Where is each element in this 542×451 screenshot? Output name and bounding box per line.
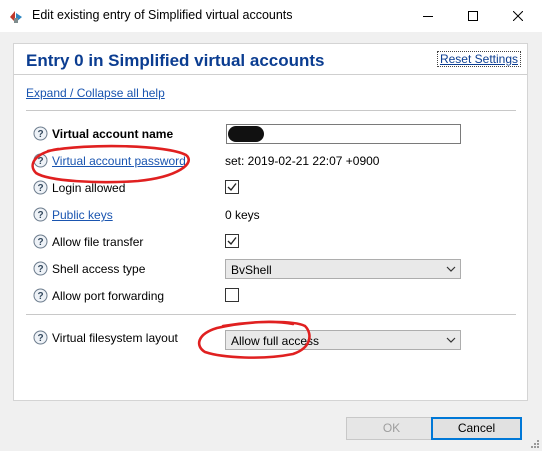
minimize-icon [422, 16, 433, 17]
maximize-button[interactable] [450, 0, 495, 32]
help-question-icon[interactable]: ? [33, 234, 48, 249]
help-question-icon[interactable]: ? [33, 180, 48, 195]
svg-text:?: ? [37, 156, 43, 167]
help-question-icon[interactable]: ? [33, 207, 48, 222]
title-bar: Edit existing entry of Simplified virtua… [0, 0, 542, 32]
expand-collapse-help-link[interactable]: Expand / Collapse all help [26, 86, 165, 100]
settings-panel: Entry 0 in Simplified virtual accounts R… [13, 43, 528, 401]
svg-text:?: ? [37, 237, 43, 248]
file-transfer-label: Allow file transfer [52, 235, 144, 249]
close-button[interactable] [495, 0, 540, 32]
account-name-label: Virtual account name [52, 127, 174, 141]
help-question-icon[interactable]: ? [33, 126, 48, 141]
divider [26, 110, 516, 111]
svg-text:?: ? [37, 291, 43, 302]
row-shell-access: ? Shell access type BvShell [14, 258, 527, 280]
password-status: set: 2019-02-21 22:07 +0900 [225, 154, 380, 168]
row-account-name: ? Virtual account name [14, 123, 527, 145]
maximize-icon [467, 11, 478, 21]
port-forwarding-checkbox[interactable] [225, 288, 239, 302]
svg-text:?: ? [37, 129, 43, 140]
login-allowed-checkbox[interactable] [225, 180, 239, 194]
help-question-icon[interactable]: ? [33, 153, 48, 168]
filesystem-layout-label: Virtual filesystem layout [52, 331, 178, 345]
row-filesystem-layout: ? Virtual filesystem layout Allow full a… [14, 327, 527, 350]
divider [26, 314, 516, 315]
port-forwarding-label: Allow port forwarding [52, 289, 165, 303]
ok-button[interactable]: OK [346, 417, 437, 440]
minimize-button[interactable] [405, 0, 450, 32]
page-title: Entry 0 in Simplified virtual accounts [26, 51, 325, 70]
cancel-button[interactable]: Cancel [431, 417, 522, 440]
row-login-allowed: ? Login allowed [14, 177, 527, 199]
chevron-down-icon [446, 337, 456, 343]
row-port-forwarding: ? Allow port forwarding [14, 285, 527, 307]
close-icon [512, 11, 523, 21]
filesystem-layout-select[interactable]: Allow full access [225, 330, 461, 350]
app-icon [10, 11, 22, 23]
file-transfer-checkbox[interactable] [225, 234, 239, 248]
shell-access-value: BvShell [231, 263, 272, 277]
window-title: Edit existing entry of Simplified virtua… [32, 8, 293, 22]
account-name-input[interactable] [226, 124, 461, 144]
row-file-transfer: ? Allow file transfer [14, 231, 527, 253]
shell-access-label: Shell access type [52, 262, 146, 276]
public-keys-count: 0 keys [225, 208, 260, 222]
chevron-down-icon [446, 266, 456, 272]
filesystem-layout-value: Allow full access [231, 334, 320, 348]
password-link[interactable]: Virtual account password [52, 154, 186, 168]
reset-settings-link[interactable]: Reset Settings [436, 51, 521, 67]
svg-text:?: ? [37, 264, 43, 275]
help-question-icon[interactable]: ? [33, 330, 48, 345]
row-password: ? Virtual account password set: 2019-02-… [14, 150, 527, 172]
help-question-icon[interactable]: ? [33, 288, 48, 303]
svg-text:?: ? [37, 183, 43, 194]
help-question-icon[interactable]: ? [33, 261, 48, 276]
login-allowed-label: Login allowed [52, 181, 126, 195]
svg-text:?: ? [37, 210, 43, 221]
row-public-keys: ? Public keys 0 keys [14, 204, 527, 226]
svg-text:?: ? [37, 333, 43, 344]
shell-access-select[interactable]: BvShell [225, 259, 461, 279]
header-divider [14, 74, 527, 75]
public-keys-link[interactable]: Public keys [52, 208, 113, 222]
redacted-mark [228, 126, 264, 142]
resize-grip-icon[interactable] [530, 439, 540, 449]
checkmark-icon [227, 183, 237, 192]
checkmark-icon [227, 237, 237, 246]
